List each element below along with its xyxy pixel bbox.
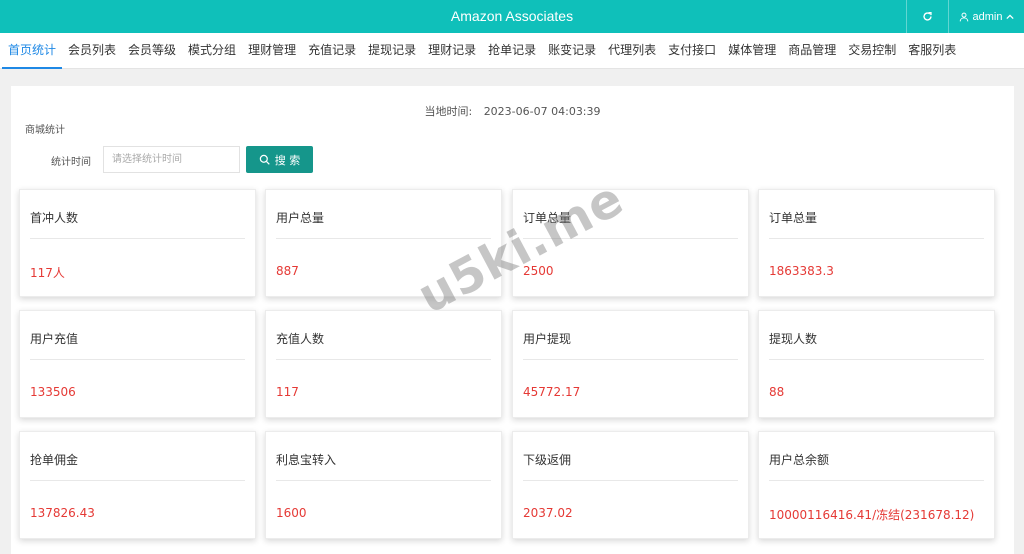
stat-card-value: 2037.02 (523, 506, 573, 520)
stat-card: 提现人数 88 (758, 310, 995, 418)
local-time: 当地时间: 2023-06-07 04:03:39 (11, 103, 1014, 119)
divider (30, 238, 245, 239)
stat-card-title: 用户充值 (30, 332, 79, 346)
stat-card-value: 10000116416.41/冻结(231678.12) (769, 508, 975, 522)
stat-card-value: 88 (769, 385, 785, 399)
stat-card-value: 2500 (523, 264, 554, 278)
tab-10[interactable]: 代理列表 (602, 33, 662, 69)
filter-label: 统计时间 (51, 157, 91, 168)
divider (769, 359, 984, 360)
stat-card: 首冲人数 117人 (19, 189, 256, 297)
stat-card: 充值人数 117 (265, 310, 502, 418)
stat-card: 订单总量 1863383.3 (758, 189, 995, 297)
divider (276, 238, 491, 239)
stat-card: 下级返佣 2037.02 (512, 431, 749, 539)
divider (30, 359, 245, 360)
stat-card-value: 45772.17 (523, 385, 581, 399)
refresh-icon (923, 12, 932, 21)
search-icon (259, 154, 270, 165)
search-button[interactable]: 搜 索 (246, 146, 313, 173)
search-button-label: 搜 索 (274, 153, 301, 167)
stat-card-title: 提现人数 (769, 332, 818, 346)
dashboard-panel: 当地时间: 2023-06-07 04:03:39 商城统计 统计时间 搜 索 … (11, 86, 1014, 554)
date-range-input[interactable] (103, 146, 240, 173)
local-time-value: 2023-06-07 04:03:39 (483, 105, 601, 118)
stat-card-title: 用户提现 (523, 332, 572, 346)
tab-6[interactable]: 提现记录 (362, 33, 422, 69)
app-title: Amazon Associates (450, 8, 574, 24)
divider (276, 480, 491, 481)
tab-0[interactable]: 首页统计 (2, 33, 63, 69)
stat-card-value: 117人 (30, 266, 65, 280)
tab-5[interactable]: 充值记录 (302, 33, 362, 69)
stat-card-title: 用户总余额 (769, 453, 830, 467)
stat-card-title: 充值人数 (276, 332, 325, 346)
tab-2[interactable]: 会员等级 (122, 33, 182, 69)
tab-1[interactable]: 会员列表 (62, 33, 122, 69)
divider (276, 359, 491, 360)
divider (769, 480, 984, 481)
refresh-button[interactable] (906, 0, 948, 33)
stat-card-title: 订单总量 (769, 211, 818, 225)
stat-card: 利息宝转入 1600 (265, 431, 502, 539)
tab-3[interactable]: 模式分组 (182, 33, 242, 69)
divider (523, 480, 738, 481)
stat-card-value: 887 (276, 264, 299, 278)
section-title: 商城统计 (25, 125, 65, 136)
tab-4[interactable]: 理财管理 (242, 33, 302, 69)
stat-card: 抢单佣金 137826.43 (19, 431, 256, 539)
stat-card: 用户提现 45772.17 (512, 310, 749, 418)
stat-card: 用户总量 887 (265, 189, 502, 297)
stat-card-value: 137826.43 (30, 506, 95, 520)
user-icon (959, 12, 968, 21)
divider (769, 238, 984, 239)
divider (523, 359, 738, 360)
stat-card: 订单总量 2500 (512, 189, 749, 297)
user-menu[interactable]: admin (948, 0, 1024, 33)
stat-card-title: 首冲人数 (30, 211, 79, 225)
tab-12[interactable]: 媒体管理 (722, 33, 782, 69)
stat-card-title: 下级返佣 (523, 453, 572, 467)
tab-9[interactable]: 账变记录 (542, 33, 602, 69)
stat-card-title: 订单总量 (523, 211, 572, 225)
stat-card-value: 1863383.3 (769, 264, 834, 278)
stat-card-value: 1600 (276, 506, 307, 520)
stat-card: 用户总余额 10000116416.41/冻结(231678.12) (758, 431, 995, 539)
tab-14[interactable]: 交易控制 (842, 33, 902, 69)
tab-11[interactable]: 支付接口 (662, 33, 722, 69)
local-time-label: 当地时间: (424, 105, 473, 118)
tab-7[interactable]: 理财记录 (422, 33, 482, 69)
divider (523, 238, 738, 239)
tab-15[interactable]: 客服列表 (902, 33, 962, 69)
stat-card-title: 抢单佣金 (30, 453, 79, 467)
stat-card-title: 用户总量 (276, 211, 325, 225)
divider (30, 480, 245, 481)
stat-card: 用户充值 133506 (19, 310, 256, 418)
stat-card-value: 133506 (30, 385, 76, 399)
nav-tabs: 首页统计 会员列表 会员等级 模式分组 理财管理 充值记录 提现记录 理财记录 抢单记录 账变记录… (0, 33, 1024, 69)
tab-8[interactable]: 抢单记录 (482, 33, 542, 69)
top-tools: admin (906, 0, 1024, 33)
stat-card-value: 117 (276, 385, 299, 399)
tab-13[interactable]: 商品管理 (782, 33, 842, 69)
stat-card-title: 利息宝转入 (276, 453, 337, 467)
chevron-up-icon (1006, 14, 1015, 19)
user-name: admin (972, 10, 1003, 23)
top-bar: Amazon Associates admin (0, 0, 1024, 33)
